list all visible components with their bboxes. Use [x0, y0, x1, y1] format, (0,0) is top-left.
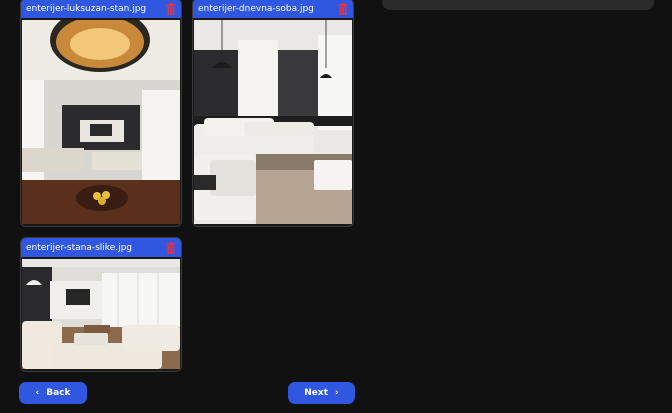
image-filename: enterijer-luksuzan-stan.jpg — [26, 3, 147, 14]
image-thumbnail[interactable] — [194, 20, 352, 224]
trash-icon[interactable] — [166, 2, 176, 15]
top-panel — [382, 0, 654, 10]
image-card: enterijer-luksuzan-stan.jpg — [20, 0, 182, 227]
image-thumbnail[interactable] — [22, 259, 180, 369]
image-filename: enterijer-stana-slike.jpg — [26, 242, 133, 253]
image-thumbnail[interactable] — [22, 20, 180, 224]
image-card-header: enterijer-stana-slike.jpg — [21, 238, 181, 257]
back-button[interactable]: ‹ Back — [19, 382, 87, 404]
next-button[interactable]: Next › — [288, 382, 355, 404]
chevron-left-icon: ‹ — [35, 388, 40, 398]
image-card: enterijer-stana-slike.jpg — [20, 237, 182, 372]
image-card-header: enterijer-dnevna-soba.jpg — [193, 0, 353, 18]
image-card: enterijer-dnevna-soba.jpg — [192, 0, 354, 227]
image-card-header: enterijer-luksuzan-stan.jpg — [21, 0, 181, 18]
trash-icon[interactable] — [338, 2, 348, 15]
next-button-label: Next — [304, 388, 329, 398]
back-button-label: Back — [46, 388, 71, 398]
trash-icon[interactable] — [166, 241, 176, 254]
chevron-right-icon: › — [335, 388, 339, 398]
image-filename: enterijer-dnevna-soba.jpg — [198, 3, 314, 14]
